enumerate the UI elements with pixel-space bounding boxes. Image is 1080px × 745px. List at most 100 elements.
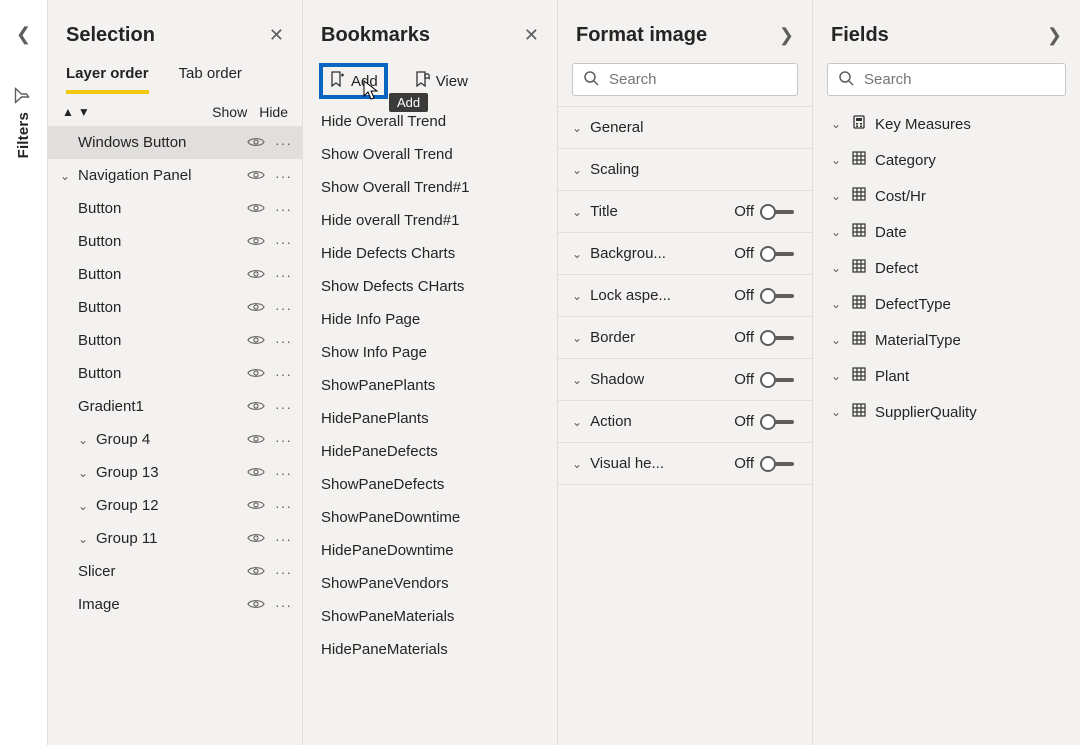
show-all-button[interactable]: Show — [212, 104, 247, 120]
selection-item[interactable]: ⌄Group 11··· — [48, 522, 302, 555]
field-table[interactable]: ⌄Category — [813, 142, 1080, 178]
visibility-toggle-icon[interactable] — [247, 399, 265, 415]
chevron-down-icon[interactable]: ⌄ — [831, 117, 843, 131]
toggle-switch[interactable] — [760, 204, 794, 220]
format-section[interactable]: ⌄Lock aspe...Off — [558, 274, 812, 316]
selection-item[interactable]: Windows Button··· — [48, 126, 302, 159]
field-table[interactable]: ⌄SupplierQuality — [813, 394, 1080, 430]
more-options-icon[interactable]: ··· — [275, 300, 292, 316]
format-section[interactable]: ⌄Backgrou...Off — [558, 232, 812, 274]
bookmark-item[interactable]: Show Overall Trend — [303, 138, 557, 171]
bookmark-item[interactable]: HidePaneDowntime — [303, 534, 557, 567]
close-icon[interactable]: ✕ — [269, 25, 284, 46]
bookmark-item[interactable]: ShowPaneMaterials — [303, 600, 557, 633]
chevron-down-icon[interactable]: ⌄ — [572, 289, 582, 303]
selection-item[interactable]: Button··· — [48, 192, 302, 225]
visibility-toggle-icon[interactable] — [247, 432, 265, 448]
chevron-down-icon[interactable]: ⌄ — [572, 121, 582, 135]
selection-item[interactable]: ⌄Group 13··· — [48, 456, 302, 489]
toggle-switch[interactable] — [760, 330, 794, 346]
visibility-toggle-icon[interactable] — [247, 465, 265, 481]
field-table[interactable]: ⌄DefectType — [813, 286, 1080, 322]
selection-item[interactable]: Button··· — [48, 291, 302, 324]
format-section[interactable]: ⌄General — [558, 106, 812, 148]
move-down-icon[interactable]: ▼ — [78, 105, 90, 119]
bookmark-item[interactable]: ShowPanePlants — [303, 369, 557, 402]
more-options-icon[interactable]: ··· — [275, 564, 292, 580]
selection-item[interactable]: Button··· — [48, 258, 302, 291]
chevron-down-icon[interactable]: ⌄ — [76, 532, 90, 546]
field-table[interactable]: ⌄Plant — [813, 358, 1080, 394]
selection-item[interactable]: Button··· — [48, 357, 302, 390]
more-options-icon[interactable]: ··· — [275, 399, 292, 415]
bookmark-item[interactable]: Hide Defects Charts — [303, 237, 557, 270]
bookmark-item[interactable]: Hide overall Trend#1 — [303, 204, 557, 237]
toggle-switch[interactable] — [760, 414, 794, 430]
bookmark-item[interactable]: ShowPaneDowntime — [303, 501, 557, 534]
field-table[interactable]: ⌄Cost/Hr — [813, 178, 1080, 214]
more-options-icon[interactable]: ··· — [275, 531, 292, 547]
visibility-toggle-icon[interactable] — [247, 300, 265, 316]
hide-all-button[interactable]: Hide — [259, 104, 288, 120]
bookmark-item[interactable]: ShowPaneVendors — [303, 567, 557, 600]
more-options-icon[interactable]: ··· — [275, 465, 292, 481]
bookmark-item[interactable]: Show Overall Trend#1 — [303, 171, 557, 204]
search-input[interactable] — [862, 70, 1055, 89]
tab-layer-order[interactable]: Layer order — [66, 65, 149, 94]
toggle-switch[interactable] — [760, 456, 794, 472]
chevron-down-icon[interactable]: ⌄ — [831, 189, 843, 203]
visibility-toggle-icon[interactable] — [247, 366, 265, 382]
format-section[interactable]: ⌄BorderOff — [558, 316, 812, 358]
format-section[interactable]: ⌄TitleOff — [558, 190, 812, 232]
chevron-down-icon[interactable]: ⌄ — [831, 333, 843, 347]
more-options-icon[interactable]: ··· — [275, 135, 292, 151]
chevron-down-icon[interactable]: ⌄ — [831, 225, 843, 239]
toggle-switch[interactable] — [760, 372, 794, 388]
move-up-icon[interactable]: ▲ — [62, 105, 74, 119]
visibility-toggle-icon[interactable] — [247, 135, 265, 151]
visibility-toggle-icon[interactable] — [247, 597, 265, 613]
bookmark-item[interactable]: HidePaneMaterials — [303, 633, 557, 666]
chevron-down-icon[interactable]: ⌄ — [572, 457, 582, 471]
chevron-down-icon[interactable]: ⌄ — [831, 297, 843, 311]
toggle-switch[interactable] — [760, 246, 794, 262]
more-options-icon[interactable]: ··· — [275, 201, 292, 217]
bookmark-item[interactable]: Show Defects CHarts — [303, 270, 557, 303]
format-section[interactable]: ⌄Visual he...Off — [558, 442, 812, 485]
add-bookmark-button[interactable]: Add Add — [319, 63, 388, 99]
more-options-icon[interactable]: ··· — [275, 267, 292, 283]
field-table[interactable]: ⌄MaterialType — [813, 322, 1080, 358]
chevron-down-icon[interactable]: ⌄ — [76, 433, 90, 447]
selection-item[interactable]: Button··· — [48, 225, 302, 258]
selection-item[interactable]: Gradient1··· — [48, 390, 302, 423]
chevron-down-icon[interactable]: ⌄ — [76, 499, 90, 513]
more-options-icon[interactable]: ··· — [275, 366, 292, 382]
more-options-icon[interactable]: ··· — [275, 168, 292, 184]
chevron-down-icon[interactable]: ⌄ — [572, 163, 582, 177]
bookmark-item[interactable]: ShowPaneDefects — [303, 468, 557, 501]
visibility-toggle-icon[interactable] — [247, 267, 265, 283]
view-bookmark-button[interactable]: View — [408, 67, 474, 95]
toggle-switch[interactable] — [760, 288, 794, 304]
selection-item[interactable]: ⌄Group 4··· — [48, 423, 302, 456]
more-options-icon[interactable]: ··· — [275, 234, 292, 250]
chevron-down-icon[interactable]: ⌄ — [572, 247, 582, 261]
chevron-down-icon[interactable]: ⌄ — [831, 261, 843, 275]
selection-item[interactable]: Slicer··· — [48, 555, 302, 588]
chevron-down-icon[interactable]: ⌄ — [831, 153, 843, 167]
more-options-icon[interactable]: ··· — [275, 333, 292, 349]
selection-item[interactable]: Image··· — [48, 588, 302, 621]
chevron-down-icon[interactable]: ⌄ — [831, 405, 843, 419]
selection-item[interactable]: ⌄Navigation Panel··· — [48, 159, 302, 192]
field-table[interactable]: ⌄Defect — [813, 250, 1080, 286]
field-table[interactable]: ⌄Date — [813, 214, 1080, 250]
more-options-icon[interactable]: ··· — [275, 597, 292, 613]
chevron-down-icon[interactable]: ⌄ — [76, 466, 90, 480]
tab-tab-order[interactable]: Tab order — [179, 65, 242, 94]
bookmark-item[interactable]: Hide Info Page — [303, 303, 557, 336]
visibility-toggle-icon[interactable] — [247, 333, 265, 349]
format-search[interactable] — [572, 63, 798, 96]
search-input[interactable] — [607, 70, 787, 89]
visibility-toggle-icon[interactable] — [247, 168, 265, 184]
visibility-toggle-icon[interactable] — [247, 498, 265, 514]
